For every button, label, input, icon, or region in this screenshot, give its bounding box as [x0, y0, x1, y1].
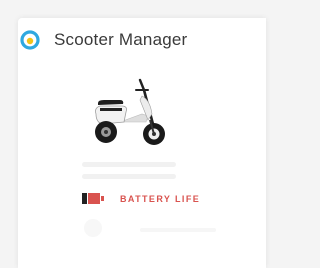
app-header: Scooter Manager — [20, 30, 187, 50]
battery-status: BATTERY LIFE — [82, 193, 200, 204]
battery-low-icon — [82, 193, 104, 204]
scooter-icon — [95, 78, 165, 145]
battery-life-label: BATTERY LIFE — [120, 193, 201, 204]
loading-placeholder-line — [140, 228, 216, 232]
loading-placeholder-line — [82, 174, 176, 179]
avatar-placeholder — [84, 219, 102, 237]
loading-placeholder-line — [82, 162, 176, 167]
app-title: Scooter Manager — [54, 30, 188, 49]
eye-ring-logo-icon — [20, 30, 40, 50]
